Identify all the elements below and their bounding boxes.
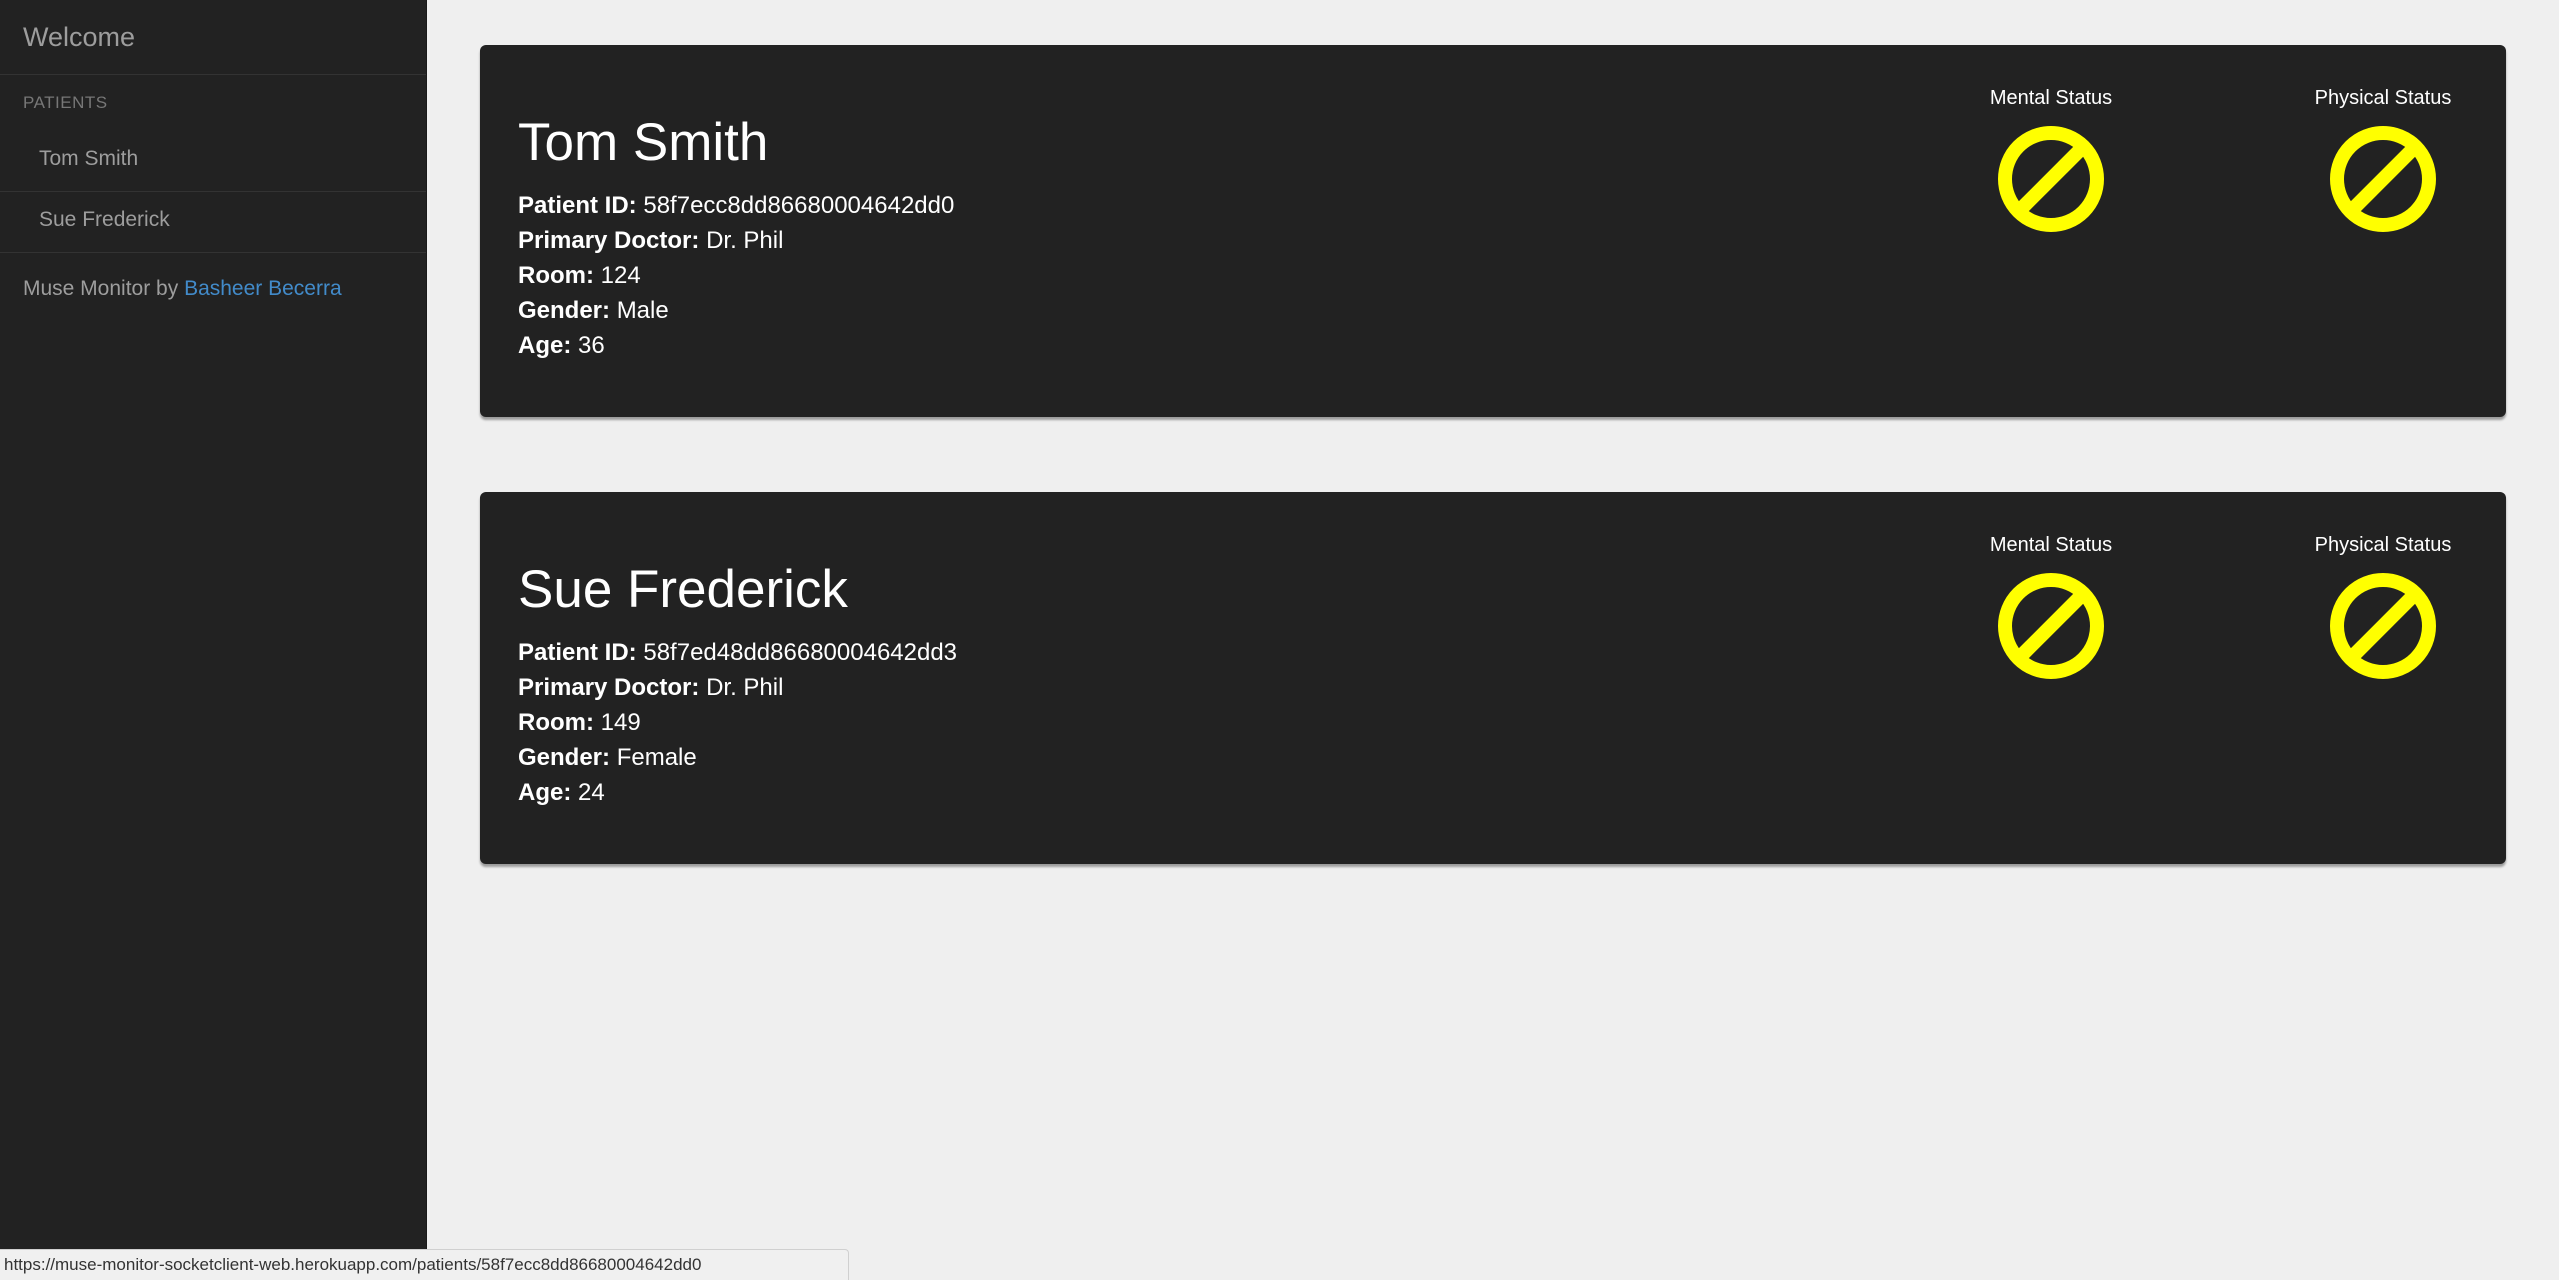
primary-doctor-label: Primary Doctor: bbox=[518, 674, 700, 701]
sidebar: Welcome PATIENTS Tom Smith Sue Frederick… bbox=[0, 0, 427, 1280]
gender-label: Gender: bbox=[518, 744, 611, 771]
patient-id-row: Patient ID: 58f7ecc8dd86680004642dd0 bbox=[518, 188, 954, 223]
gender-value: Male bbox=[616, 297, 669, 324]
patient-info: Patient ID: 58f7ecc8dd86680004642dd0 Pri… bbox=[518, 188, 954, 363]
primary-doctor-value: Dr. Phil bbox=[706, 227, 784, 254]
mental-status: Mental Status bbox=[1931, 532, 2171, 680]
age-label: Age: bbox=[518, 779, 572, 806]
author-link[interactable]: Basheer Becerra bbox=[184, 277, 342, 300]
patient-name: Sue Frederick bbox=[518, 560, 848, 619]
sidebar-title-welcome[interactable]: Welcome bbox=[0, 0, 426, 75]
patient-card: Sue Frederick Patient ID: 58f7ed48dd8668… bbox=[480, 492, 2506, 864]
gender-row: Gender: Male bbox=[518, 293, 954, 328]
age-row: Age: 24 bbox=[518, 775, 957, 810]
sidebar-section-header: PATIENTS bbox=[23, 93, 108, 112]
no-entry-icon bbox=[2330, 573, 2436, 679]
primary-doctor-label: Primary Doctor: bbox=[518, 227, 700, 254]
mental-status-label: Mental Status bbox=[1989, 87, 2113, 109]
no-entry-icon bbox=[1998, 573, 2104, 679]
primary-doctor-row: Primary Doctor: Dr. Phil bbox=[518, 670, 957, 705]
patient-id-label: Patient ID: bbox=[518, 639, 637, 666]
room-value: 124 bbox=[600, 262, 641, 289]
patient-name: Tom Smith bbox=[518, 113, 769, 172]
patient-id-row: Patient ID: 58f7ed48dd86680004642dd3 bbox=[518, 635, 957, 670]
sidebar-footer: Muse Monitor by Basheer Becerra bbox=[0, 253, 426, 301]
no-entry-icon bbox=[1998, 126, 2104, 232]
primary-doctor-value: Dr. Phil bbox=[706, 674, 784, 701]
sidebar-item-tom-smith[interactable]: Tom Smith bbox=[0, 131, 426, 192]
footer-text: Muse Monitor by bbox=[23, 277, 185, 300]
room-row: Room: 149 bbox=[518, 705, 957, 740]
gender-value: Female bbox=[616, 744, 697, 771]
age-value: 24 bbox=[578, 779, 605, 806]
patient-id-value: 58f7ed48dd86680004642dd3 bbox=[643, 639, 958, 666]
age-label: Age: bbox=[518, 332, 572, 359]
room-value: 149 bbox=[600, 709, 641, 736]
physical-status: Physical Status bbox=[2263, 85, 2503, 233]
physical-status-label: Physical Status bbox=[2314, 87, 2452, 109]
mental-status: Mental Status bbox=[1931, 85, 2171, 233]
gender-row: Gender: Female bbox=[518, 740, 957, 775]
sidebar-item-sue-frederick[interactable]: Sue Frederick bbox=[0, 192, 426, 253]
gender-label: Gender: bbox=[518, 297, 611, 324]
physical-status-label: Physical Status bbox=[2314, 534, 2452, 556]
patient-id-label: Patient ID: bbox=[518, 192, 637, 219]
room-label: Room: bbox=[518, 709, 594, 736]
browser-status-url: https://muse-monitor-socketclient-web.he… bbox=[0, 1249, 849, 1280]
main-content: Tom Smith Patient ID: 58f7ecc8dd86680004… bbox=[427, 0, 2559, 1280]
physical-status: Physical Status bbox=[2263, 532, 2503, 680]
patient-id-value: 58f7ecc8dd86680004642dd0 bbox=[643, 192, 955, 219]
room-label: Room: bbox=[518, 262, 594, 289]
patient-info: Patient ID: 58f7ed48dd86680004642dd3 Pri… bbox=[518, 635, 957, 810]
age-value: 36 bbox=[578, 332, 605, 359]
age-row: Age: 36 bbox=[518, 328, 954, 363]
primary-doctor-row: Primary Doctor: Dr. Phil bbox=[518, 223, 954, 258]
room-row: Room: 124 bbox=[518, 258, 954, 293]
mental-status-label: Mental Status bbox=[1989, 534, 2113, 556]
no-entry-icon bbox=[2330, 126, 2436, 232]
patient-card: Tom Smith Patient ID: 58f7ecc8dd86680004… bbox=[480, 45, 2506, 417]
